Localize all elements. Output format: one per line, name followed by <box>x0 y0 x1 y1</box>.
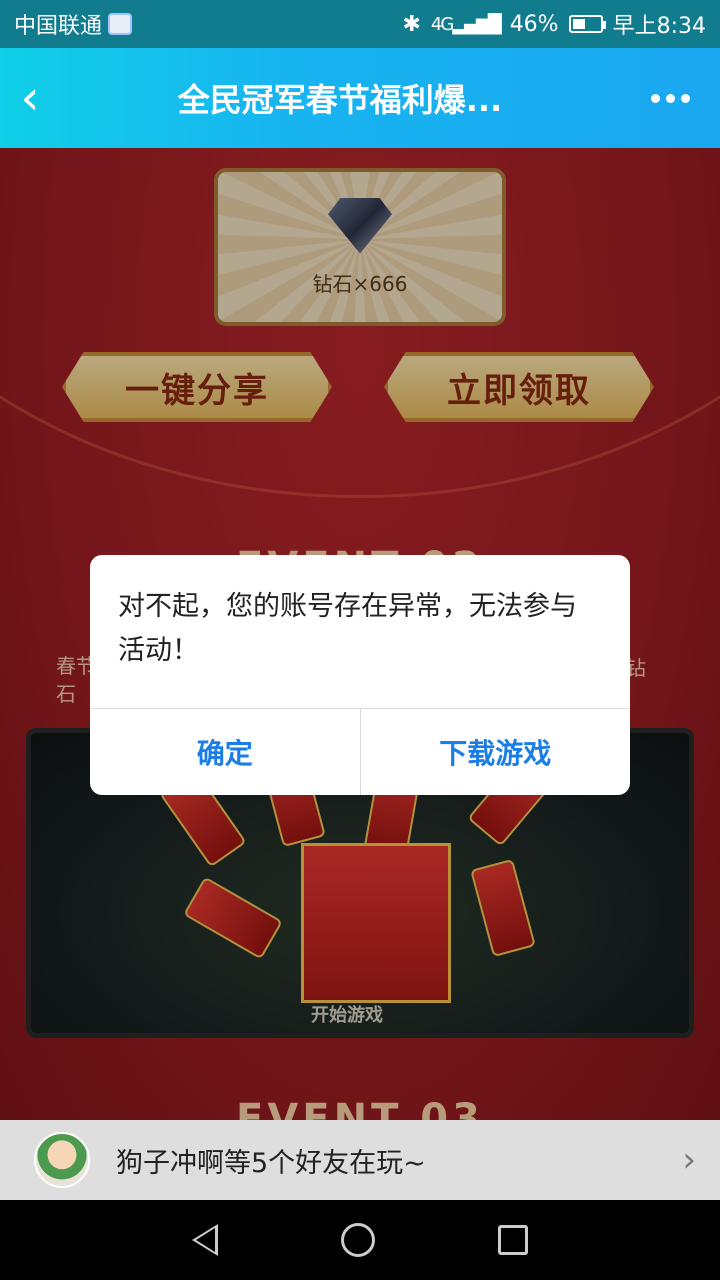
status-left: 中国联通 <box>14 8 133 40</box>
signal-icon: 4G▂▄▆█ <box>430 13 502 35</box>
more-dots-icon <box>665 93 675 103</box>
back-button[interactable]: ‹ <box>0 48 60 148</box>
clock: 早上8:34 <box>612 14 706 39</box>
network-type: 4G <box>430 13 454 35</box>
battery-icon <box>568 15 606 33</box>
chevron-right-icon: › <box>682 1140 696 1180</box>
status-right: ✱ 4G▂▄▆█ 46% 早上8:34 <box>402 8 706 40</box>
download-game-button[interactable]: 下载游戏 <box>359 709 631 795</box>
alert-dialog: 对不起，您的账号存在异常，无法参与活动！ 确定 下载游戏 <box>90 555 630 795</box>
battery-percent: 46% <box>509 11 559 37</box>
home-circle-icon[interactable] <box>340 1223 375 1257</box>
app-header: ‹ 全民冠军春节福利爆... <box>0 48 720 148</box>
status-bar: 中国联通 ✱ 4G▂▄▆█ 46% 早上8:34 <box>0 0 720 48</box>
more-options-button[interactable] <box>620 48 720 148</box>
battery-fill <box>572 19 585 29</box>
more-dots-icon <box>680 93 690 103</box>
dialog-actions: 确定 下载游戏 <box>90 708 630 795</box>
page-title: 全民冠军春节福利爆... <box>177 81 503 119</box>
confirm-button[interactable]: 确定 <box>90 709 360 795</box>
bluetooth-icon: ✱ <box>402 11 421 37</box>
chevron-left-icon: ‹ <box>20 70 40 126</box>
system-nav-bar <box>0 1200 720 1280</box>
friends-playing-bar[interactable]: 狗子冲啊等5个好友在玩~ › <box>0 1120 720 1200</box>
carrier-name: 中国联通 <box>14 14 103 39</box>
avatar <box>34 1132 90 1188</box>
back-triangle-icon[interactable] <box>191 1224 218 1256</box>
friends-playing-text: 狗子冲啊等5个好友在玩~ <box>116 1147 426 1179</box>
recent-square-icon[interactable] <box>498 1225 529 1255</box>
carrier-badge-icon <box>108 13 133 35</box>
more-dots-icon <box>650 93 660 103</box>
dialog-message: 对不起，您的账号存在异常，无法参与活动！ <box>118 591 577 666</box>
